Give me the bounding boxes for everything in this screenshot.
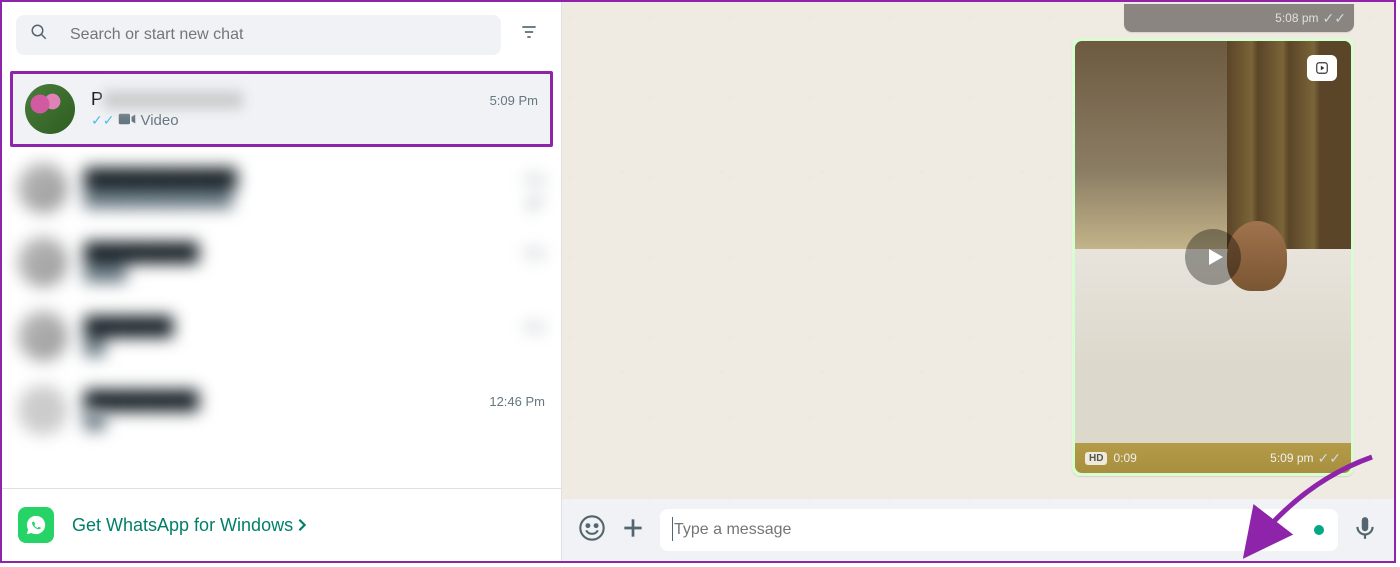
mute-icon [527, 194, 545, 217]
mic-icon[interactable] [1352, 515, 1378, 546]
avatar [25, 84, 75, 134]
chat-time: Pm [526, 172, 546, 187]
video-footer: HD 0:09 5:09 pm ✓✓ [1075, 443, 1351, 473]
message-bubble-video[interactable]: HD 0:09 5:09 pm ✓✓ [1072, 38, 1354, 476]
search-bar [2, 2, 561, 67]
avatar [18, 385, 68, 435]
message-input-wrap[interactable] [660, 509, 1338, 551]
message-bubble-prev[interactable]: 5:08 pm ✓✓ [1124, 4, 1354, 32]
chat-row-selected[interactable]: P 5:09 Pm ✓✓ Video [10, 71, 553, 147]
video-duration: 0:09 [1113, 451, 1136, 465]
video-icon [118, 112, 136, 130]
chat-area: 5:08 pm ✓✓ [562, 2, 1394, 561]
chat-row[interactable]: ███████ Pm ██ [2, 299, 561, 373]
status-dot [1314, 525, 1324, 535]
promo-text: Get WhatsApp for Windows [72, 515, 307, 536]
avatar [18, 163, 68, 213]
chat-row[interactable]: █████████ 12:46 Pm ██ [2, 373, 561, 447]
read-checks-icon: ✓✓ [1323, 10, 1346, 27]
chat-row[interactable]: ████████████ Pm ██████████████ [2, 151, 561, 225]
read-checks-icon: ✓✓ [1318, 450, 1341, 467]
message-list: 5:08 pm ✓✓ [562, 2, 1394, 499]
avatar [18, 237, 68, 287]
chat-preview: ✓✓ Video [91, 112, 538, 130]
chat-time: Pm [526, 320, 546, 335]
reels-icon [1307, 55, 1337, 81]
attach-icon[interactable] [620, 515, 646, 546]
chat-list: P 5:09 Pm ✓✓ Video ███████ [2, 67, 561, 488]
read-checks-icon: ✓✓ [91, 112, 114, 129]
chat-time: 5:09 Pm [490, 93, 538, 108]
whatsapp-logo-icon [18, 507, 54, 543]
search-box[interactable] [16, 15, 501, 55]
promo-banner[interactable]: Get WhatsApp for Windows [2, 488, 561, 561]
avatar [18, 311, 68, 361]
hd-badge: HD [1085, 452, 1107, 465]
play-button[interactable] [1185, 229, 1241, 285]
chat-time: 12:46 Pm [489, 394, 545, 409]
message-composer [562, 499, 1394, 561]
emoji-icon[interactable] [578, 514, 606, 547]
search-input[interactable] [70, 26, 487, 44]
message-time: 5:09 pm [1270, 451, 1313, 465]
search-icon [30, 23, 48, 46]
chat-name: ████████████ [84, 168, 237, 189]
chat-name: P [91, 89, 243, 110]
video-thumbnail[interactable]: HD 0:09 5:09 pm ✓✓ [1075, 41, 1351, 473]
sidebar: P 5:09 Pm ✓✓ Video ███████ [2, 2, 562, 561]
message-input[interactable] [674, 521, 1314, 539]
message-time: 5:08 pm [1275, 11, 1318, 25]
chat-time: Pm [526, 246, 546, 261]
filter-icon[interactable] [511, 14, 547, 55]
chat-row[interactable]: █████████ Pm ████ [2, 225, 561, 299]
